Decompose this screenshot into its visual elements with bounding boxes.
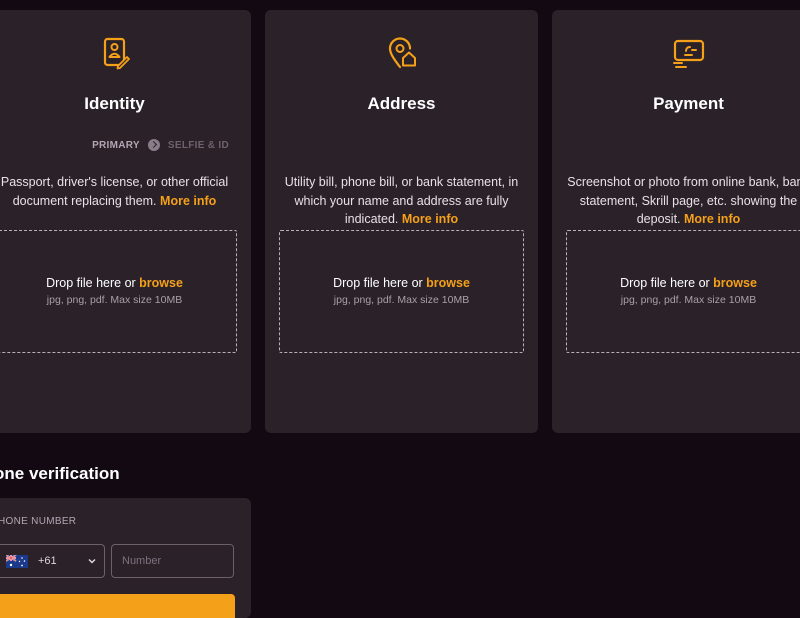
drop-label: Drop file here or — [46, 276, 136, 290]
location-home-icon — [388, 37, 416, 69]
dial-code: +61 — [38, 555, 57, 567]
phone-number-label: HONE NUMBER — [0, 516, 77, 527]
address-drop-text: Drop file here or browse — [280, 276, 523, 290]
payment-card: Payment Screenshot or photo from online … — [552, 10, 800, 433]
step-selfie-id[interactable]: SELFIE & ID — [168, 140, 229, 151]
identity-description: Passport, driver's license, or other off… — [0, 173, 239, 210]
country-code-select[interactable]: +61 — [0, 544, 105, 578]
payment-more-info-link[interactable]: More info — [684, 212, 740, 226]
address-browse-link[interactable]: browse — [426, 276, 470, 290]
address-card: Address Utility bill, phone bill, or ban… — [265, 10, 538, 433]
chevron-right-icon — [147, 139, 160, 151]
address-dropzone[interactable]: Drop file here or browse jpg, png, pdf. … — [279, 230, 524, 353]
payment-description: Screenshot or photo from online bank, ba… — [564, 173, 800, 229]
phone-verification-card: HONE NUMBER +61 — [0, 498, 251, 618]
identity-title: Identity — [84, 94, 145, 113]
id-document-icon — [103, 37, 130, 70]
phone-number-input[interactable] — [111, 544, 234, 578]
chevron-down-icon — [88, 558, 96, 564]
identity-card: Identity PRIMARY SELFIE & ID Passport, d… — [0, 10, 251, 433]
identity-more-info-link[interactable]: More info — [160, 194, 216, 208]
step-primary[interactable]: PRIMARY — [92, 140, 140, 151]
phone-verification-heading: one verification — [0, 464, 120, 483]
identity-drop-text: Drop file here or browse — [0, 276, 236, 290]
identity-browse-link[interactable]: browse — [139, 276, 183, 290]
payment-file-hint: jpg, png, pdf. Max size 10MB — [620, 294, 757, 306]
address-title: Address — [367, 94, 436, 113]
payment-drop-text: Drop file here or browse — [567, 276, 800, 290]
verify-phone-button[interactable] — [0, 594, 235, 618]
australia-flag-icon — [6, 555, 28, 568]
address-description: Utility bill, phone bill, or bank statem… — [277, 173, 526, 229]
identity-steps: PRIMARY SELFIE & ID — [92, 139, 229, 151]
payment-browse-link[interactable]: browse — [713, 276, 757, 290]
drop-label: Drop file here or — [620, 276, 710, 290]
payment-dropzone[interactable]: Drop file here or browse jpg, png, pdf. … — [566, 230, 800, 353]
drop-label: Drop file here or — [333, 276, 423, 290]
identity-dropzone[interactable]: Drop file here or browse jpg, png, pdf. … — [0, 230, 237, 353]
payment-card-icon — [672, 39, 704, 68]
identity-file-hint: jpg, png, pdf. Max size 10MB — [46, 294, 183, 306]
address-file-hint: jpg, png, pdf. Max size 10MB — [333, 294, 470, 306]
payment-title: Payment — [653, 94, 724, 113]
address-more-info-link[interactable]: More info — [402, 212, 458, 226]
